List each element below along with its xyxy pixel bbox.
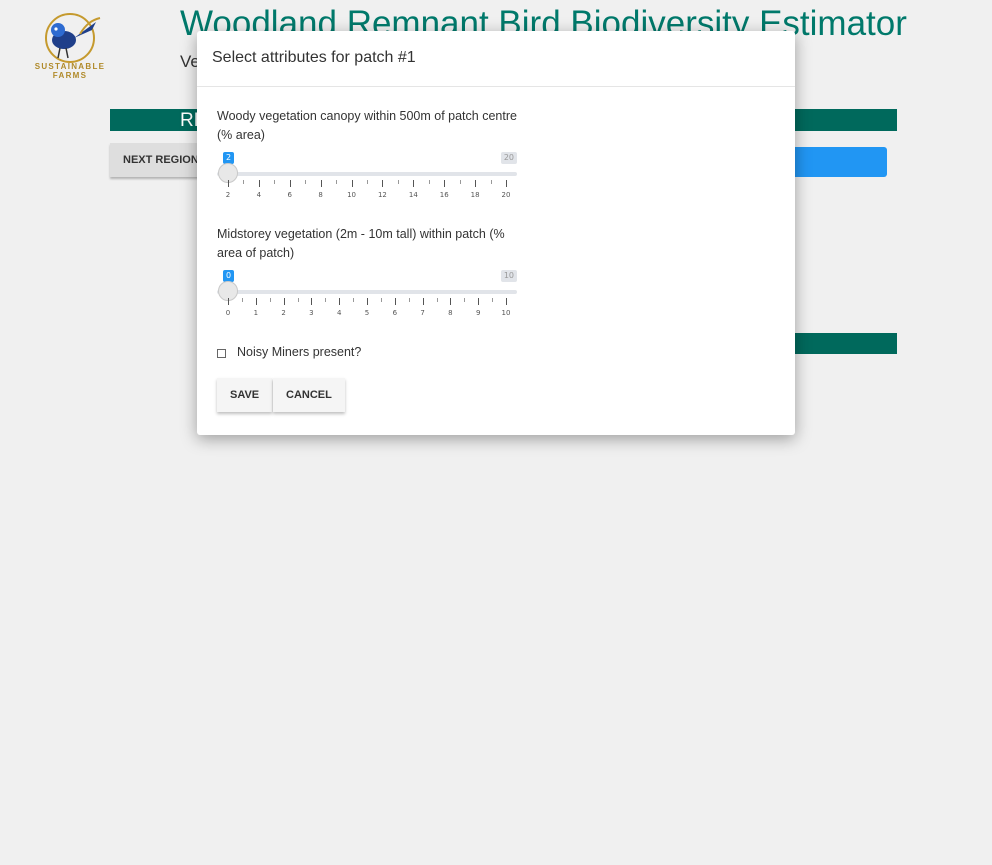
slider-tick-label: 14 [408, 191, 418, 199]
slider-minor-tick [325, 298, 327, 302]
slider-tick-label: 20 [501, 191, 511, 199]
canopy-slider-max: 20 [500, 152, 517, 164]
cancel-button[interactable]: Cancel [273, 378, 345, 412]
slider-major-tick [320, 180, 322, 187]
slider-major-tick [444, 180, 446, 187]
slider-minor-tick [490, 180, 492, 184]
slider-minor-tick [353, 298, 355, 302]
slider-major-tick [382, 180, 384, 187]
slider-tick-label: 10 [501, 309, 511, 317]
slider-tick-label: 7 [420, 309, 425, 317]
slider-minor-tick [436, 298, 438, 302]
slider-major-tick [255, 298, 257, 305]
slider-tick-label: 9 [475, 309, 481, 317]
midstorey-slider-label: Midstorey vegetation (2m - 10m tall) wit… [217, 227, 505, 260]
noisy-miners-label: Noisy Miners present? [237, 345, 362, 359]
slider-minor-tick [380, 298, 382, 302]
slider-tick-label: 10 [347, 191, 357, 199]
slider-minor-tick [274, 180, 276, 184]
slider-major-tick [475, 180, 477, 187]
slider-tick-label: 8 [318, 191, 323, 199]
slider-tick-label: 16 [439, 191, 449, 199]
slider-minor-tick [367, 180, 368, 184]
noisy-miners-checkbox[interactable] [217, 349, 226, 358]
slider-minor-tick [243, 180, 245, 184]
slider-minor-tick [269, 298, 271, 302]
slider-major-tick [228, 298, 229, 305]
slider-minor-tick [241, 298, 243, 302]
slider-tick-label: 2 [281, 309, 286, 317]
slider-tick-label: 5 [364, 309, 370, 317]
slider-major-tick [506, 180, 507, 187]
modal-header: Select attributes for patch #1 [197, 31, 795, 87]
slider-minor-tick [464, 298, 466, 302]
slider-tick-label: 4 [336, 309, 342, 317]
slider-minor-tick [428, 180, 430, 184]
slider-major-tick [258, 180, 260, 187]
slider-tick-label: 6 [287, 191, 292, 199]
slider-tick-label: 1 [253, 309, 259, 317]
modal-title: Select attributes for patch #1 [212, 49, 416, 66]
canopy-slider[interactable]: 2 20 2 4 6 8 10 12 14 16 18 20 [217, 152, 517, 212]
slider-minor-tick [397, 180, 399, 184]
slider-minor-tick [459, 180, 461, 184]
midstorey-slider[interactable]: 0 10 0 1 2 3 4 5 6 7 8 9 10 [217, 270, 517, 330]
slider-major-tick [228, 180, 229, 187]
slider-tick-label: 18 [470, 191, 480, 199]
slider-tick-label: 8 [448, 309, 453, 317]
slider-major-tick [478, 298, 480, 305]
slider-tick-label: 0 [225, 309, 231, 317]
slider-tick-label: 12 [377, 191, 387, 199]
slider-tick-label: 3 [309, 309, 314, 317]
patch-attributes-modal: Select attributes for patch #1 Woody veg… [197, 31, 795, 435]
slider-major-tick [289, 180, 291, 187]
slider-major-tick [394, 298, 396, 305]
slider-tick-label: 4 [256, 191, 262, 199]
slider-minor-tick [336, 180, 338, 184]
slider-minor-tick [297, 298, 299, 302]
slider-tick-label: 2 [225, 191, 231, 199]
slider-major-tick [450, 298, 452, 305]
slider-major-tick [339, 298, 341, 305]
canopy-slider-label: Woody vegetation canopy within 500m of p… [217, 109, 517, 142]
midstorey-slider-ticks: 0 1 2 3 4 5 6 7 8 9 10 [225, 298, 510, 328]
slider-minor-tick [305, 180, 307, 184]
slider-major-tick [422, 298, 424, 305]
slider-minor-tick [492, 298, 494, 302]
slider-major-tick [413, 180, 415, 187]
save-button[interactable]: Save [217, 378, 273, 412]
slider-major-tick [311, 298, 313, 305]
slider-tick-label: 6 [392, 309, 398, 317]
midstorey-slider-max: 10 [500, 270, 517, 282]
slider-major-tick [351, 180, 353, 187]
slider-major-tick [283, 298, 285, 305]
slider-major-tick [506, 298, 507, 305]
canopy-slider-track[interactable] [217, 163, 517, 183]
canopy-slider-ticks: 2 4 6 8 10 12 14 16 18 20 [225, 180, 510, 210]
midstorey-slider-track[interactable] [217, 281, 517, 301]
slider-minor-tick [408, 298, 410, 302]
slider-major-tick [367, 298, 368, 305]
